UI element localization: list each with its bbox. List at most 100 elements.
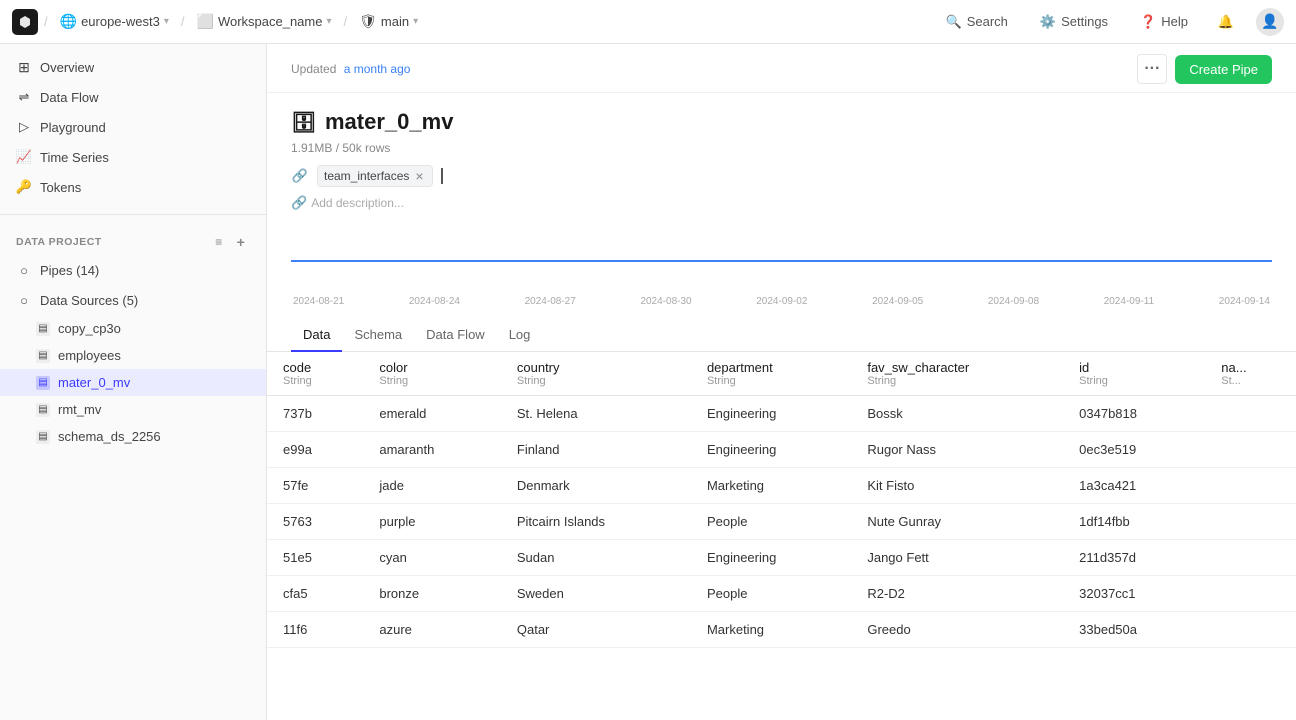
cell-id-5: 32037cc1	[1063, 576, 1205, 612]
col-header-id: idString	[1063, 352, 1205, 396]
tab-log[interactable]: Log	[497, 319, 543, 352]
table-row: cfa5bronzeSwedenPeopleR2-D232037cc1	[267, 576, 1296, 612]
cell-extra-6	[1205, 612, 1296, 648]
sidebar-item-schema-ds-2256[interactable]: ▤ schema_ds_2256	[0, 423, 266, 450]
workspace-label: Workspace_name	[218, 14, 323, 29]
cell-country-2: Denmark	[501, 468, 691, 504]
more-options-button[interactable]: ···	[1137, 54, 1167, 84]
data-source-icon: 🗄	[291, 109, 317, 135]
table-row: e99aamaranthFinlandEngineeringRugor Nass…	[267, 432, 1296, 468]
sidebar-item-dataflow[interactable]: ⇌ Data Flow	[0, 82, 266, 112]
updated-link[interactable]: a month ago	[344, 62, 411, 76]
cell-fav_sw_character-4: Jango Fett	[851, 540, 1063, 576]
dataflow-label: Data Flow	[40, 90, 99, 105]
profile-button[interactable]: 👤	[1256, 8, 1284, 36]
tab-data-flow[interactable]: Data Flow	[414, 319, 497, 352]
sidebar-item-pipes[interactable]: ○ Pipes (14)	[0, 255, 266, 285]
col-type-country: String	[517, 375, 675, 387]
cell-id-0: 0347b818	[1063, 396, 1205, 432]
cell-department-6: Marketing	[691, 612, 851, 648]
tag-label: team_interfaces	[324, 169, 409, 183]
cell-code-2: 57fe	[267, 468, 363, 504]
sidebar-item-rmt-mv[interactable]: ▤ rmt_mv	[0, 396, 266, 423]
cell-country-0: St. Helena	[501, 396, 691, 432]
breadcrumb-sep-1: /	[181, 14, 185, 29]
region-chevron-icon: ▾	[164, 16, 169, 27]
search-button[interactable]: 🔍 Search	[938, 10, 1016, 34]
shield-icon: 🛡	[359, 13, 377, 30]
cell-id-1: 0ec3e519	[1063, 432, 1205, 468]
sidebar-item-tokens[interactable]: 🔑 Tokens	[0, 172, 266, 202]
settings-button[interactable]: ⚙️ Settings	[1032, 10, 1116, 34]
sidebar-item-copy-cp3o[interactable]: ▤ copy_cp3o	[0, 315, 266, 342]
playground-icon: ▷	[16, 119, 32, 135]
resource-title-row: 🗄 mater_0_mv	[291, 109, 1272, 135]
chart-date-label: 2024-08-24	[409, 296, 460, 307]
workspace-icon: ⬜	[197, 13, 214, 30]
cell-code-1: e99a	[267, 432, 363, 468]
col-header-country: countryString	[501, 352, 691, 396]
cell-code-4: 51e5	[267, 540, 363, 576]
breadcrumb-region[interactable]: 🌐 europe-west3 ▾	[54, 11, 175, 32]
cell-code-0: 737b	[267, 396, 363, 432]
sidebar-item-timeseries[interactable]: 📈 Time Series	[0, 142, 266, 172]
cell-department-1: Engineering	[691, 432, 851, 468]
help-button[interactable]: ❓ Help	[1132, 10, 1196, 34]
globe-icon: 🌐	[60, 13, 77, 30]
tag-icon-external: 🔗	[291, 167, 309, 185]
filter-icon-btn[interactable]: ≡	[210, 233, 228, 251]
add-description[interactable]: 🔗 Add description...	[291, 195, 1272, 211]
table-container: codeString color StringcountryStringdepart…	[267, 352, 1296, 648]
breadcrumb-sep-0: /	[44, 14, 48, 29]
cell-color-6: azure	[363, 612, 501, 648]
content-header: Updated a month ago ··· Create Pipe	[267, 44, 1296, 93]
sidebar-item-employees[interactable]: ▤ employees	[0, 342, 266, 369]
col-name-code: code	[283, 360, 311, 375]
sidebar-item-datasources[interactable]: ○ Data Sources (5)	[0, 285, 266, 315]
cell-fav_sw_character-5: R2-D2	[851, 576, 1063, 612]
chart-area: 2024-08-212024-08-242024-08-272024-08-30…	[267, 227, 1296, 311]
search-icon: 🔍	[946, 14, 962, 30]
dataflow-icon: ⇌	[16, 89, 32, 105]
tag-remove-button[interactable]: ×	[415, 169, 423, 183]
header-actions: ··· Create Pipe	[1137, 54, 1272, 84]
rmt-mv-label: rmt_mv	[58, 402, 101, 417]
sidebar-item-playground[interactable]: ▷ Playground	[0, 112, 266, 142]
table-row: 5763purplePitcairn IslandsPeopleNute Gun…	[267, 504, 1296, 540]
cell-extra-1	[1205, 432, 1296, 468]
notifications-button[interactable]: 🔔	[1212, 8, 1240, 36]
resource-size: 1.91MB / 50k rows	[291, 141, 390, 155]
chart-date-label: 2024-09-02	[756, 296, 807, 307]
cell-color-2: jade	[363, 468, 501, 504]
timeseries-label: Time Series	[40, 150, 109, 165]
topnav-logo[interactable]	[12, 9, 38, 35]
tab-data[interactable]: Data	[291, 319, 342, 352]
help-label: Help	[1161, 14, 1188, 29]
create-pipe-button[interactable]: Create Pipe	[1175, 55, 1272, 84]
breadcrumb-branch[interactable]: 🛡 main ▾	[353, 11, 424, 32]
add-item-btn[interactable]: +	[232, 233, 250, 251]
data-project-header: DATA PROJECT ≡ +	[0, 227, 266, 255]
datasources-label: Data Sources (5)	[40, 293, 138, 308]
link-icon: 🔗	[291, 195, 307, 211]
col-name-color: color	[379, 360, 407, 375]
timeseries-icon: 📈	[16, 149, 32, 165]
col-header-code: codeString	[267, 352, 363, 396]
table-row: 737bemeraldSt. HelenaEngineeringBossk034…	[267, 396, 1296, 432]
help-icon: ❓	[1140, 14, 1156, 30]
cell-fav_sw_character-1: Rugor Nass	[851, 432, 1063, 468]
chart-dates: 2024-08-212024-08-242024-08-272024-08-30…	[291, 296, 1272, 307]
overview-icon: ⊞	[16, 59, 32, 75]
breadcrumb-workspace[interactable]: ⬜ Workspace_name ▾	[191, 11, 338, 32]
col-header-department: departmentString	[691, 352, 851, 396]
cell-department-2: Marketing	[691, 468, 851, 504]
chart-date-label: 2024-09-11	[1104, 296, 1154, 307]
cell-color-5: bronze	[363, 576, 501, 612]
updated-info: Updated a month ago	[291, 62, 410, 76]
tab-schema[interactable]: Schema	[342, 319, 414, 352]
chart-svg	[291, 231, 1272, 291]
sidebar-item-overview[interactable]: ⊞ Overview	[0, 52, 266, 82]
breadcrumb-sep-2: /	[344, 14, 348, 29]
sidebar-item-mater-0-mv[interactable]: ▤ mater_0_mv	[0, 369, 266, 396]
branch-label: main	[381, 14, 409, 29]
